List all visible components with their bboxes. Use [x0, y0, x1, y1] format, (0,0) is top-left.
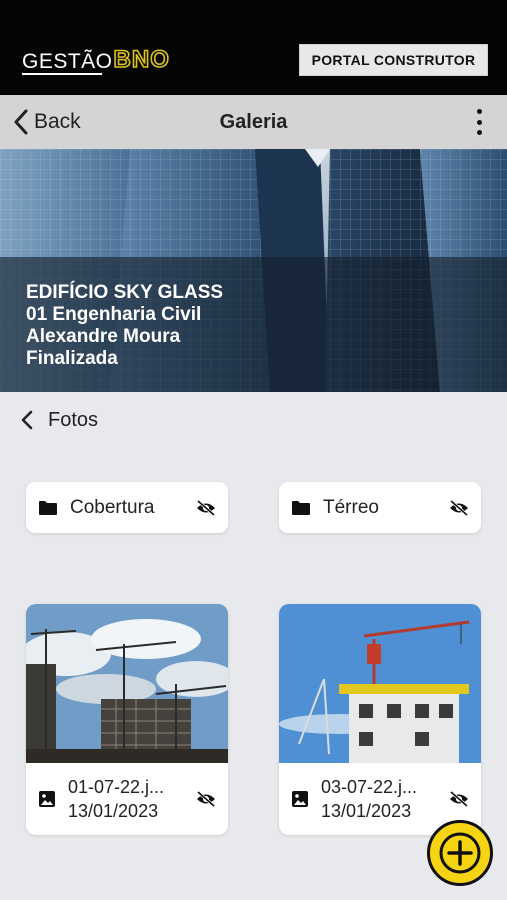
folder-icon	[292, 500, 310, 515]
back-button[interactable]: Back	[12, 95, 81, 149]
chevron-left-icon	[14, 109, 28, 135]
folder-label: Cobertura	[70, 496, 155, 518]
eye-off-icon[interactable]	[196, 791, 216, 807]
photo-date: 13/01/2023	[68, 801, 159, 821]
photo-thumbnail	[279, 604, 481, 763]
image-icon	[39, 791, 55, 807]
more-options-icon[interactable]	[467, 109, 491, 135]
project-info: EDIFÍCIO SKY GLASS 01 Engenharia Civil A…	[26, 282, 223, 370]
brand-logo: GESTÃO BNO	[22, 44, 170, 75]
photo-meta: 01-07-22.j... 13/01/2023	[26, 763, 228, 835]
add-button[interactable]	[427, 820, 493, 886]
folder-card-terreo[interactable]: Térreo	[279, 482, 481, 533]
eye-off-icon[interactable]	[449, 499, 469, 516]
photo-thumbnail	[26, 604, 228, 763]
folder-label: Térreo	[323, 496, 379, 518]
folder-card-cobertura[interactable]: Cobertura	[26, 482, 228, 533]
logo-text-main: GESTÃO	[22, 50, 113, 73]
section-back-fotos[interactable]: Fotos	[20, 404, 98, 436]
nav-bar: Back Galeria	[0, 95, 507, 149]
image-icon	[292, 791, 308, 807]
folder-icon	[39, 500, 57, 515]
eye-off-icon[interactable]	[449, 791, 469, 807]
portal-construtor-button[interactable]: PORTAL CONSTRUTOR	[299, 44, 488, 76]
project-manager: Alexandre Moura	[26, 326, 181, 347]
chevron-left-icon	[21, 410, 33, 430]
logo-text-accent: BNO	[113, 46, 170, 73]
photo-date: 13/01/2023	[321, 801, 412, 821]
logo-underline	[22, 73, 102, 75]
project-company: 01 Engenharia Civil	[26, 304, 202, 325]
photo-card[interactable]: 03-07-22.j... 13/01/2023	[279, 604, 481, 835]
project-status: Finalizada	[26, 348, 118, 369]
back-label: Back	[34, 110, 81, 133]
plus-icon	[439, 832, 481, 874]
eye-off-icon[interactable]	[196, 499, 216, 516]
photo-filename: 01-07-22.j...	[68, 777, 165, 797]
section-title: Fotos	[48, 408, 99, 431]
app-header: GESTÃO BNO PORTAL CONSTRUTOR	[0, 0, 507, 95]
project-name: EDIFÍCIO SKY GLASS	[26, 282, 224, 303]
photo-filename: 03-07-22.j...	[321, 777, 418, 797]
photo-card[interactable]: 01-07-22.j... 13/01/2023	[26, 604, 228, 835]
